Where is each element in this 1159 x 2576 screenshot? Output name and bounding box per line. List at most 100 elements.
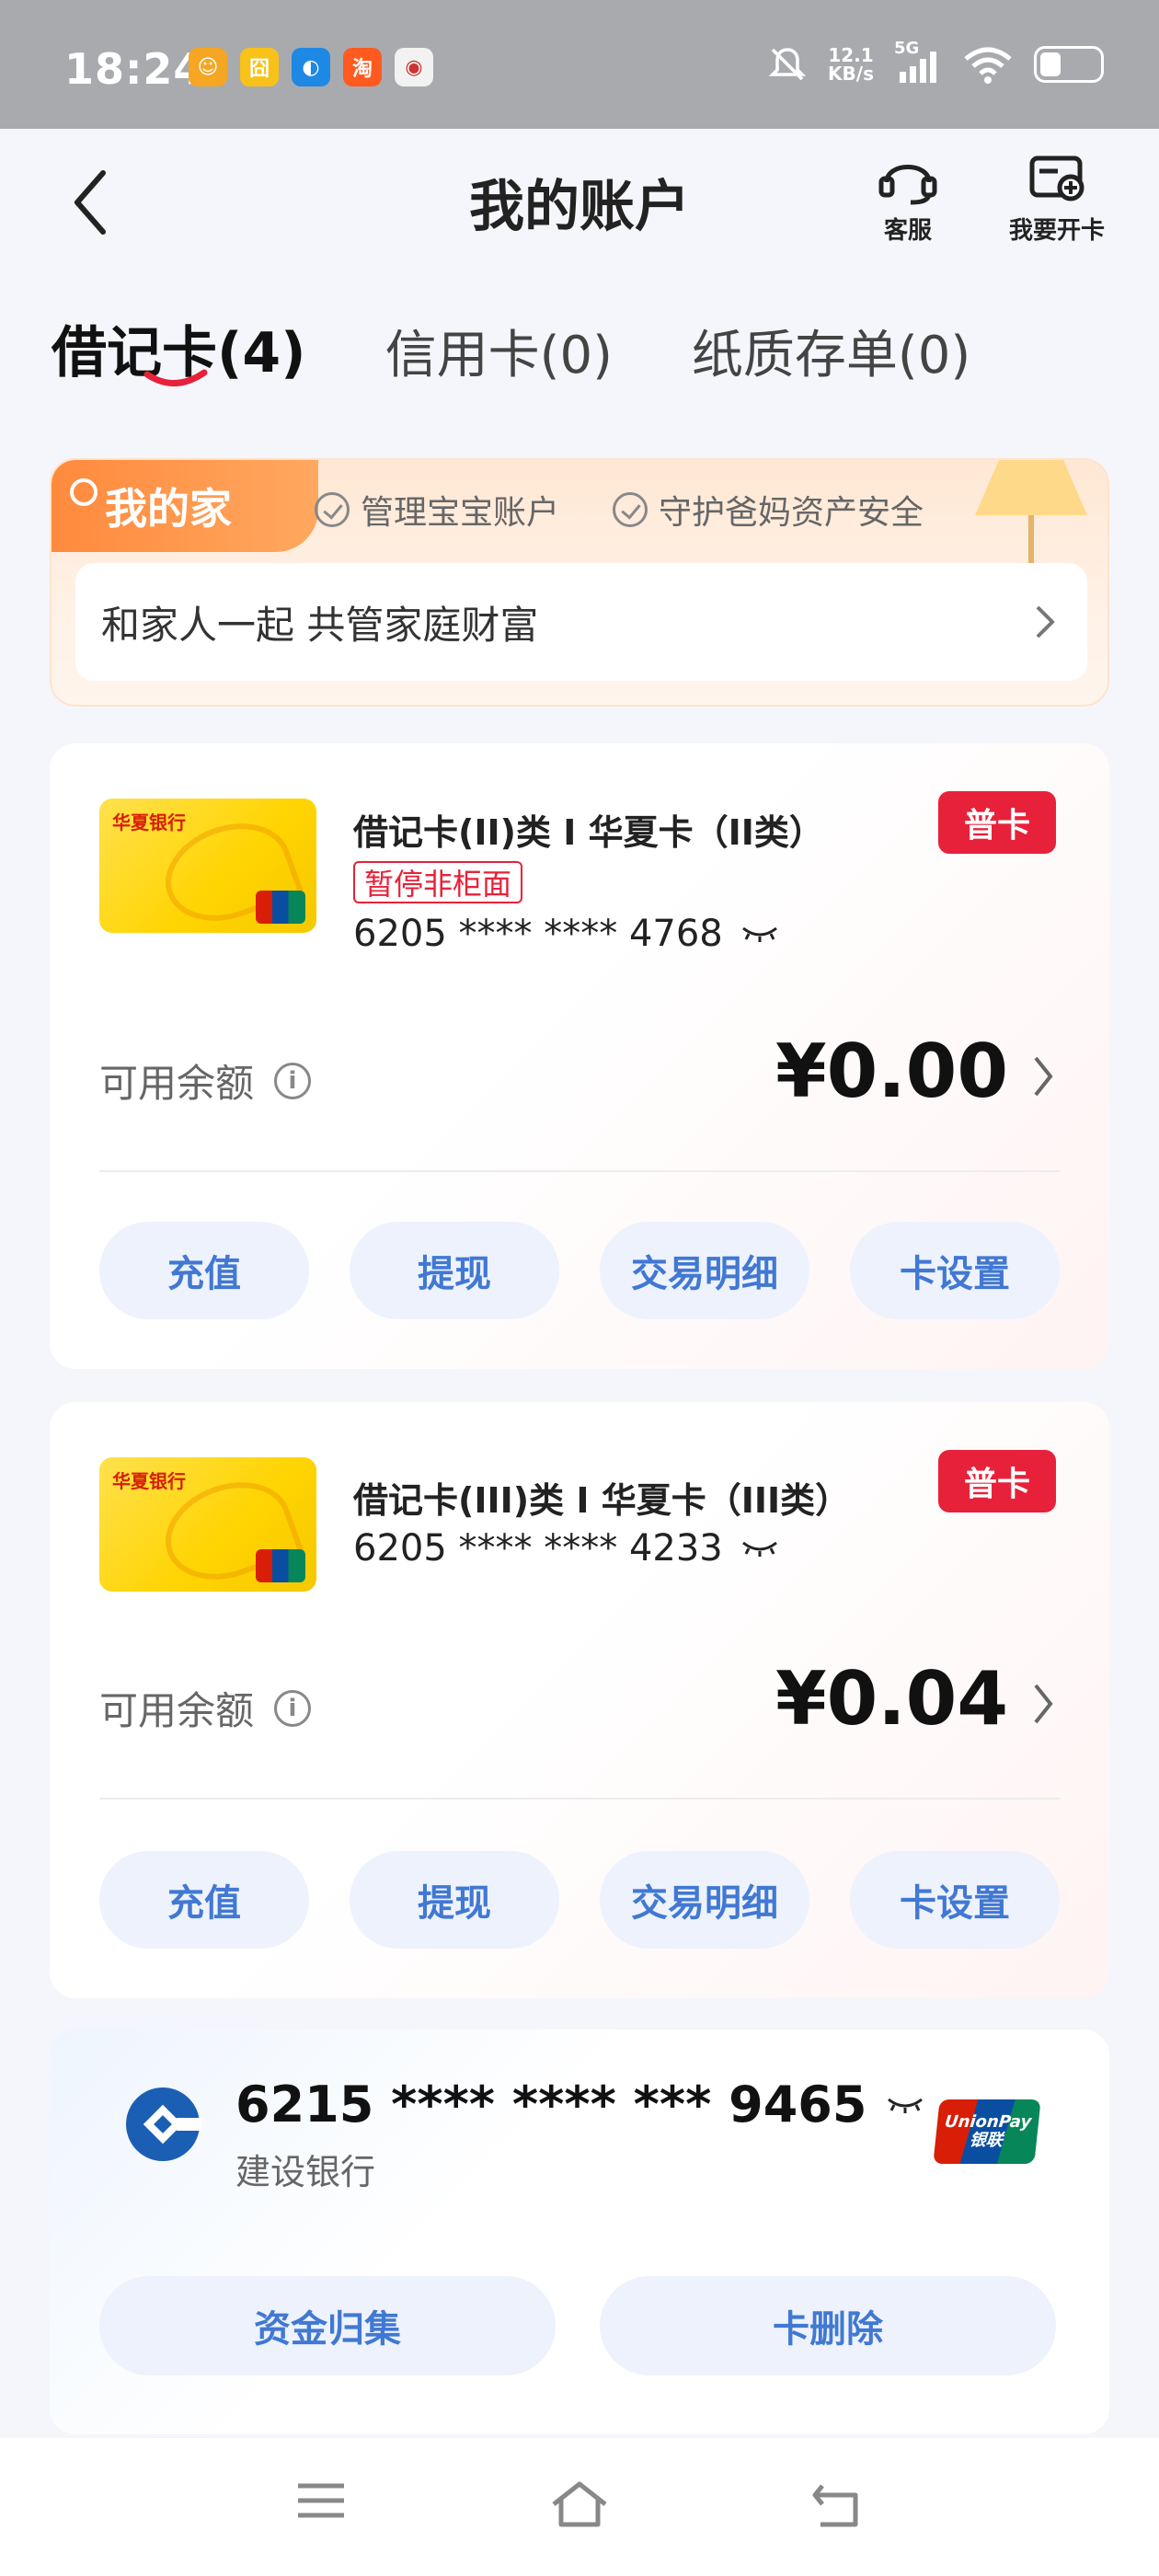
accessibility-icon: ☺ bbox=[189, 48, 227, 86]
chevron-right-icon bbox=[1036, 605, 1055, 638]
mute-icon bbox=[768, 48, 807, 81]
signal-icon: 5G bbox=[894, 39, 942, 85]
balance-amount[interactable]: ¥0.04 bbox=[775, 1656, 1008, 1742]
card-actions: 充值 提现 交易明细 卡设置 bbox=[99, 1222, 1060, 1319]
ccb-card-number: 6215 **** **** *** 9465 bbox=[235, 2076, 924, 2133]
system-nav-bar bbox=[0, 2438, 1159, 2576]
card-image: 华夏银行 bbox=[99, 1457, 316, 1592]
card-status-badge: 暂停非柜面 bbox=[353, 861, 523, 903]
delete-card-button[interactable]: 卡删除 bbox=[600, 2276, 1056, 2375]
balance-label-text: 可用余额 bbox=[99, 1061, 255, 1106]
card-level-badge: 普卡 bbox=[938, 791, 1056, 854]
status-time: 18:24 bbox=[64, 44, 204, 94]
back-nav-icon[interactable] bbox=[809, 2478, 865, 2530]
ccb-card-actions: 资金归集 卡删除 bbox=[99, 2276, 1056, 2375]
card-number: 6205 **** **** 4768 bbox=[353, 913, 778, 955]
withdraw-button[interactable]: 提现 bbox=[350, 1851, 559, 1949]
browser-icon: ◐ bbox=[292, 48, 330, 86]
ccb-bank-logo-icon bbox=[126, 2087, 202, 2161]
network-speed-value: 12.1 bbox=[828, 44, 874, 66]
card-image: 华夏银行 bbox=[99, 799, 316, 933]
header: 我的账户 客服 我要开卡 bbox=[0, 129, 1159, 276]
recharge-button[interactable]: 充值 bbox=[99, 1851, 309, 1949]
unionpay-logo-icon: UnionPay 银联 bbox=[933, 2099, 1041, 2164]
recharge-button[interactable]: 充值 bbox=[99, 1222, 309, 1319]
home-icon[interactable] bbox=[548, 2478, 611, 2530]
wifi-icon bbox=[964, 47, 1012, 84]
eye-closed-icon[interactable] bbox=[741, 1539, 778, 1558]
app-icon: 囧 bbox=[240, 48, 279, 86]
card-number: 6205 **** **** 4233 bbox=[353, 1527, 778, 1570]
transaction-details-button[interactable]: 交易明细 bbox=[600, 1222, 809, 1319]
eye-closed-icon[interactable] bbox=[887, 2096, 924, 2114]
family-badge: 我的家 bbox=[52, 460, 318, 552]
info-icon[interactable]: i bbox=[274, 1689, 312, 1727]
balance-label: 可用余额 i bbox=[99, 1680, 312, 1736]
card-number-text: 6205 **** **** 4233 bbox=[353, 1527, 723, 1570]
headset-icon bbox=[878, 165, 937, 205]
eye-closed-icon[interactable] bbox=[741, 925, 778, 943]
signal-bars-icon bbox=[900, 52, 936, 83]
add-card-icon bbox=[1029, 155, 1084, 201]
check-circle-icon bbox=[315, 492, 350, 527]
tab-paper-deposit[interactable]: 纸质存单(0) bbox=[692, 314, 970, 388]
family-tag-baby-label: 管理宝宝账户 bbox=[361, 494, 560, 532]
taobao-icon: 淘 bbox=[343, 48, 382, 86]
family-tag-baby: 管理宝宝账户 bbox=[315, 486, 559, 534]
open-card-label: 我要开卡 bbox=[1008, 217, 1105, 245]
customer-service-button[interactable]: 客服 bbox=[848, 153, 968, 246]
card-number-text: 6205 **** **** 4768 bbox=[353, 913, 723, 955]
card-settings-button[interactable]: 卡设置 bbox=[850, 1222, 1060, 1319]
chevron-right-icon[interactable] bbox=[1032, 1682, 1054, 1726]
family-wealth-entry[interactable]: 和家人一起 共管家庭财富 bbox=[75, 563, 1087, 681]
bank-logo-text: 华夏银行 bbox=[112, 1470, 186, 1492]
tab-active-indicator bbox=[143, 369, 208, 386]
network-speed: 12.1 KB/s bbox=[828, 46, 874, 83]
unionpay-text: UnionPay bbox=[943, 2112, 1033, 2132]
menu-icon[interactable] bbox=[294, 2478, 348, 2523]
card-name: 借记卡(III)类 I 华夏卡（III类） bbox=[353, 1480, 851, 1521]
card-name: 借记卡(II)类 I 华夏卡（II类） bbox=[353, 812, 824, 853]
balance-label: 可用余额 i bbox=[99, 1052, 312, 1109]
status-bar: 18:24 ☺ 囧 ◐ 淘 ◉ 12.1 KB/s 5G bbox=[0, 0, 1159, 129]
balance-label-text: 可用余额 bbox=[99, 1688, 255, 1733]
divider bbox=[99, 1170, 1060, 1172]
family-tag-parents: 守护爸妈资产安全 bbox=[613, 486, 924, 534]
family-tag-parents-label: 守护爸妈资产安全 bbox=[659, 494, 924, 532]
family-wealth-text: 和家人一起 共管家庭财富 bbox=[101, 602, 539, 648]
card-level-badge: 普卡 bbox=[938, 1450, 1056, 1512]
chevron-right-icon[interactable] bbox=[1032, 1054, 1054, 1098]
family-badge-label: 我的家 bbox=[105, 484, 232, 534]
open-card-button[interactable]: 我要开卡 bbox=[997, 153, 1117, 246]
ccb-bank-name: 建设银行 bbox=[235, 2152, 376, 2192]
network-speed-unit: KB/s bbox=[828, 63, 874, 85]
debit-card-2[interactable]: 华夏银行 借记卡(III)类 I 华夏卡（III类） 普卡 6205 **** … bbox=[50, 1402, 1109, 1998]
unionpay-text-cn: 银联 bbox=[968, 2131, 1004, 2150]
check-circle-icon bbox=[613, 492, 648, 527]
tab-credit-card[interactable]: 信用卡(0) bbox=[385, 314, 613, 388]
status-right: 12.1 KB/s 5G bbox=[767, 39, 1104, 85]
family-banner: 我的家 管理宝宝账户 守护爸妈资产安全 和家人一起 共管家庭财富 bbox=[50, 458, 1109, 707]
bank-logo-text: 华夏银行 bbox=[112, 811, 186, 834]
card-type-tabs: 借记卡(4) 信用卡(0) 纸质存单(0) bbox=[52, 308, 970, 388]
unionpay-logo-icon bbox=[256, 891, 305, 924]
ccb-card[interactable]: 6215 **** **** *** 9465 建设银行 UnionPay 银联… bbox=[50, 2030, 1109, 2434]
card-settings-button[interactable]: 卡设置 bbox=[850, 1851, 1060, 1949]
customer-service-label: 客服 bbox=[883, 217, 932, 245]
lamp-icon bbox=[975, 460, 1087, 567]
status-app-icons: ☺ 囧 ◐ 淘 ◉ bbox=[189, 48, 433, 86]
fund-collection-button[interactable]: 资金归集 bbox=[99, 2276, 556, 2375]
battery-icon bbox=[1034, 46, 1104, 83]
transaction-details-button[interactable]: 交易明细 bbox=[600, 1851, 809, 1949]
unionpay-logo-icon bbox=[256, 1549, 305, 1582]
divider bbox=[99, 1798, 1060, 1800]
page-title: 我的账户 bbox=[469, 175, 690, 239]
ccb-card-number-text: 6215 **** **** *** 9465 bbox=[235, 2076, 867, 2133]
debit-card-1[interactable]: 华夏银行 借记卡(II)类 I 华夏卡（II类） 普卡 暂停非柜面 6205 *… bbox=[50, 743, 1109, 1369]
balance-amount[interactable]: ¥0.00 bbox=[775, 1029, 1008, 1114]
card-actions: 充值 提现 交易明细 卡设置 bbox=[99, 1851, 1060, 1949]
withdraw-button[interactable]: 提现 bbox=[350, 1222, 559, 1319]
tab-debit-card[interactable]: 借记卡(4) bbox=[52, 308, 306, 388]
info-icon[interactable]: i bbox=[274, 1062, 312, 1099]
news-icon: ◉ bbox=[395, 48, 433, 86]
